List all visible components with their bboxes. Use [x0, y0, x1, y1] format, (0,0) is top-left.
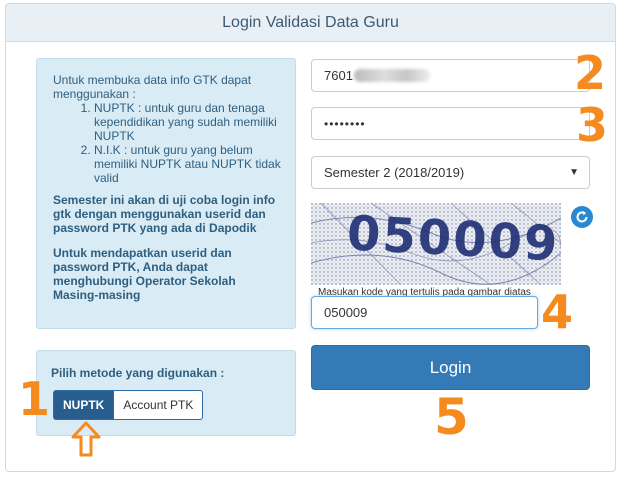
page-title: Login Validasi Data Guru	[222, 13, 399, 31]
annotation-4: 4	[541, 285, 574, 339]
annotation-3: 3	[576, 98, 609, 152]
captcha-value: 050009	[324, 305, 368, 320]
login-button[interactable]: Login	[311, 345, 590, 390]
annotation-1: 1	[18, 372, 51, 426]
annotation-2: 2	[574, 46, 607, 100]
password-value: ••••••••	[324, 116, 366, 131]
info-note-contact: Untuk mendapatkan userid dan password PT…	[53, 246, 236, 302]
redacted-blur	[353, 69, 430, 82]
refresh-captcha-button[interactable]	[571, 206, 593, 228]
info-intro: Untuk membuka data info GTK dapat menggu…	[53, 73, 252, 101]
semester-selected: Semester 2 (2018/2019)	[324, 165, 465, 180]
account-ptk-button[interactable]: Account PTK	[114, 390, 204, 420]
login-label: Login	[429, 357, 472, 377]
password-input[interactable]: ••••••••	[311, 107, 590, 140]
info-box: Untuk membuka data info GTK dapat menggu…	[36, 58, 296, 329]
captcha-text: 050009	[345, 205, 561, 273]
captcha-image: 050009	[311, 203, 561, 285]
panel-heading: Login Validasi Data Guru	[6, 4, 615, 42]
refresh-icon	[576, 211, 588, 223]
userid-value: 7601	[324, 68, 353, 83]
method-label: Pilih metode yang digunakan :	[51, 366, 225, 380]
chevron-down-icon: ▼	[569, 167, 579, 178]
arrow-up-icon	[71, 421, 101, 457]
info-note-trial: Semester ini akan di uji coba login info…	[53, 193, 276, 235]
captcha-input[interactable]: 050009	[311, 296, 538, 329]
method-toggle: NUPTK Account PTK	[53, 390, 204, 420]
annotation-5: 5	[434, 388, 469, 446]
nuptk-button[interactable]: NUPTK	[53, 390, 115, 420]
info-item-nuptk: NUPTK : untuk guru dan tenaga kependidik…	[94, 101, 281, 143]
semester-select[interactable]: Semester 2 (2018/2019) ▼	[311, 156, 590, 189]
info-list: NUPTK : untuk guru dan tenaga kependidik…	[53, 101, 281, 185]
info-item-nik: N.I.K : untuk guru yang belum memiliki N…	[94, 143, 281, 185]
userid-input[interactable]: 7601	[311, 59, 590, 92]
